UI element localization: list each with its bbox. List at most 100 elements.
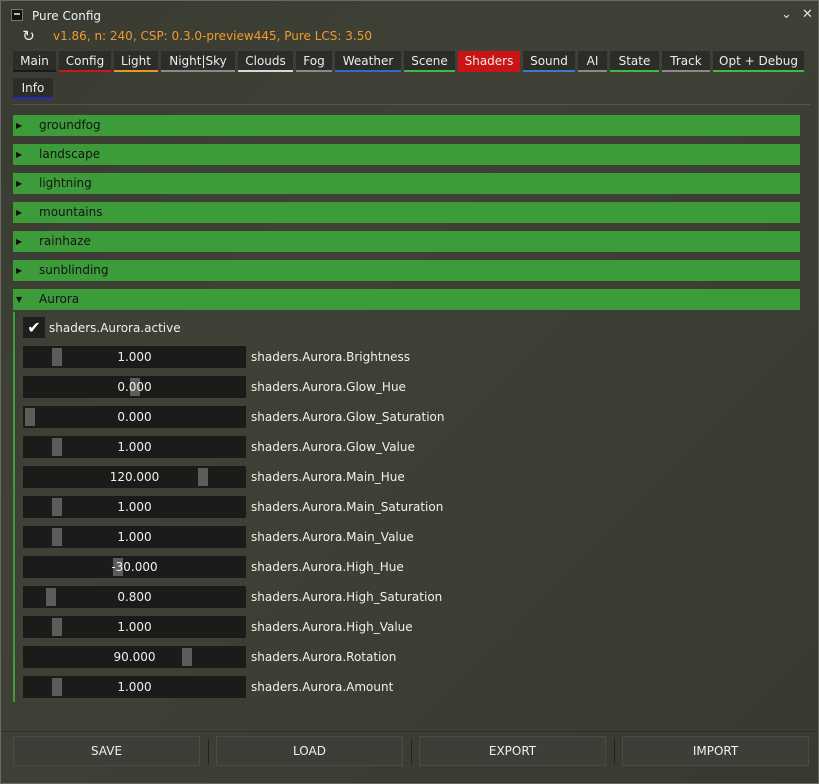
slider-label: shaders.Aurora.Brightness xyxy=(251,350,411,364)
slider-row-glow-hue: 0.000 shaders.Aurora.Glow_Hue xyxy=(23,376,406,398)
tab-separator xyxy=(13,104,810,105)
export-button[interactable]: EXPORT xyxy=(419,736,606,766)
section-lightning[interactable]: ▶ lightning xyxy=(13,173,800,194)
window-title: Pure Config xyxy=(32,9,101,23)
close-icon[interactable]: ✕ xyxy=(802,7,813,23)
slider-value: 0.800 xyxy=(117,590,152,604)
high-value-slider[interactable]: 1.000 xyxy=(23,616,246,638)
pure-config-window: Pure Config ⌄ ✕ ↻ v1.86, n: 240, CSP: 0.… xyxy=(0,0,819,784)
tab-fog[interactable]: Fog xyxy=(296,51,332,72)
expand-arrow-icon: ▶ xyxy=(16,121,23,130)
high-hue-slider[interactable]: -30.000 xyxy=(23,556,246,578)
slider-value: 0.000 xyxy=(117,410,152,424)
tab-night-sky[interactable]: Night|Sky xyxy=(161,51,235,72)
main-value-slider[interactable]: 1.000 xyxy=(23,526,246,548)
section-label: lightning xyxy=(39,176,92,190)
section-landscape[interactable]: ▶ landscape xyxy=(13,144,800,165)
slider-label: shaders.Aurora.High_Hue xyxy=(251,560,404,574)
section-aurora[interactable]: ▼ Aurora xyxy=(13,289,800,310)
slider-label: shaders.Aurora.Glow_Hue xyxy=(251,380,406,394)
title-bar[interactable]: Pure Config ⌄ ✕ xyxy=(1,1,818,25)
tab-config[interactable]: Config xyxy=(59,51,111,72)
slider-label: shaders.Aurora.Amount xyxy=(251,680,394,694)
slider-label: shaders.Aurora.Main_Value xyxy=(251,530,414,544)
brightness-slider[interactable]: 1.000 xyxy=(23,346,246,368)
expand-arrow-icon: ▶ xyxy=(16,237,23,246)
section-label: Aurora xyxy=(39,292,80,306)
import-button[interactable]: IMPORT xyxy=(622,736,809,766)
slider-row-high-value: 1.000 shaders.Aurora.High_Value xyxy=(23,616,413,638)
section-mountains[interactable]: ▶ mountains xyxy=(13,202,800,223)
slider-row-brightness: 1.000 shaders.Aurora.Brightness xyxy=(23,346,410,368)
tab-clouds[interactable]: Clouds xyxy=(238,51,293,72)
tab-info[interactable]: Info xyxy=(13,78,53,99)
tab-state[interactable]: State xyxy=(610,51,659,72)
footer-divider xyxy=(411,739,412,764)
glow-saturation-slider[interactable]: 0.000 xyxy=(23,406,246,428)
main-saturation-slider[interactable]: 1.000 xyxy=(23,496,246,518)
slider-row-main-value: 1.000 shaders.Aurora.Main_Value xyxy=(23,526,414,548)
collapse-arrow-icon: ▼ xyxy=(16,295,23,304)
slider-row-rotation: 90.000 shaders.Aurora.Rotation xyxy=(23,646,396,668)
slider-value: 1.000 xyxy=(117,680,152,694)
footer-divider xyxy=(614,739,615,764)
slider-row-main-saturation: 1.000 shaders.Aurora.Main_Saturation xyxy=(23,496,443,518)
slider-label: shaders.Aurora.Main_Hue xyxy=(251,470,405,484)
slider-value: 120.000 xyxy=(109,470,160,484)
tab-light[interactable]: Light xyxy=(114,51,158,72)
slider-value: 1.000 xyxy=(117,500,152,514)
expand-arrow-icon: ▶ xyxy=(16,150,23,159)
section-label: sunblinding xyxy=(39,263,109,277)
app-icon xyxy=(11,9,23,21)
slider-row-glow-value: 1.000 shaders.Aurora.Glow_Value xyxy=(23,436,415,458)
tab-sound[interactable]: Sound xyxy=(523,51,575,72)
section-label: rainhaze xyxy=(39,234,91,248)
tab-weather[interactable]: Weather xyxy=(335,51,401,72)
slider-label: shaders.Aurora.Glow_Saturation xyxy=(251,410,445,424)
section-groundfog[interactable]: ▶ groundfog xyxy=(13,115,800,136)
aurora-active-checkbox[interactable]: ✔ xyxy=(23,317,45,338)
tab-shaders[interactable]: Shaders xyxy=(458,51,520,72)
slider-row-high-saturation: 0.800 shaders.Aurora.High_Saturation xyxy=(23,586,442,608)
footer-separator xyxy=(1,731,818,732)
aurora-group-indicator xyxy=(13,312,15,702)
slider-label: shaders.Aurora.Main_Saturation xyxy=(251,500,444,514)
main-hue-slider[interactable]: 120.000 xyxy=(23,466,246,488)
amount-slider[interactable]: 1.000 xyxy=(23,676,246,698)
slider-value: 1.000 xyxy=(117,530,152,544)
reload-icon[interactable]: ↻ xyxy=(16,27,41,46)
aurora-active-label: shaders.Aurora.active xyxy=(49,321,181,335)
glow-value-slider[interactable]: 1.000 xyxy=(23,436,246,458)
tab-opt-debug[interactable]: Opt + Debug xyxy=(713,51,804,72)
slider-label: shaders.Aurora.High_Saturation xyxy=(251,590,443,604)
save-button[interactable]: SAVE xyxy=(13,736,200,766)
tab-scene[interactable]: Scene xyxy=(404,51,455,72)
glow-hue-slider[interactable]: 0.000 xyxy=(23,376,246,398)
slider-value: 1.000 xyxy=(117,350,152,364)
slider-value: 1.000 xyxy=(117,440,152,454)
section-label: groundfog xyxy=(39,118,101,132)
slider-label: shaders.Aurora.High_Value xyxy=(251,620,413,634)
tab-main[interactable]: Main xyxy=(13,51,56,72)
slider-row-high-hue: -30.000 shaders.Aurora.High_Hue xyxy=(23,556,404,578)
slider-row-glow-saturation: 0.000 shaders.Aurora.Glow_Saturation xyxy=(23,406,444,428)
slider-label: shaders.Aurora.Glow_Value xyxy=(251,440,415,454)
slider-value: -30.000 xyxy=(111,560,158,574)
slider-value: 0.000 xyxy=(117,380,152,394)
section-rainhaze[interactable]: ▶ rainhaze xyxy=(13,231,800,252)
slider-value: 90.000 xyxy=(113,650,156,664)
expand-arrow-icon: ▶ xyxy=(16,179,23,188)
tab-track[interactable]: Track xyxy=(662,51,710,72)
expand-arrow-icon: ▶ xyxy=(16,208,23,217)
expand-arrow-icon: ▶ xyxy=(16,266,23,275)
load-button[interactable]: LOAD xyxy=(216,736,403,766)
slider-value: 1.000 xyxy=(117,620,152,634)
slider-row-amount: 1.000 shaders.Aurora.Amount xyxy=(23,676,393,698)
rotation-slider[interactable]: 90.000 xyxy=(23,646,246,668)
section-sunblinding[interactable]: ▶ sunblinding xyxy=(13,260,800,281)
high-saturation-slider[interactable]: 0.800 xyxy=(23,586,246,608)
version-info: v1.86, n: 240, CSP: 0.3.0-preview445, Pu… xyxy=(53,29,372,43)
collapse-icon[interactable]: ⌄ xyxy=(781,7,792,23)
tab-ai[interactable]: AI xyxy=(578,51,607,72)
slider-row-main-hue: 120.000 shaders.Aurora.Main_Hue xyxy=(23,466,405,488)
